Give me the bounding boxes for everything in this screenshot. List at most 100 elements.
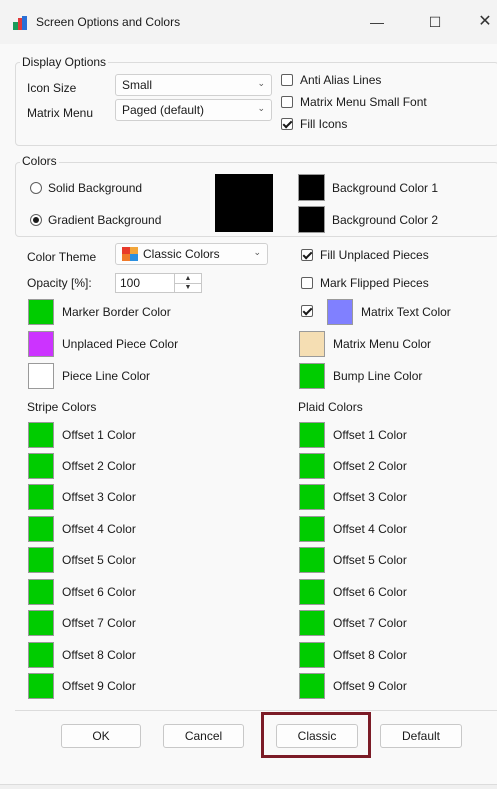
background-color-2-label: Background Color 2 <box>332 213 439 227</box>
palette-icon <box>122 247 138 261</box>
fill-icons-checkbox[interactable] <box>281 118 293 130</box>
matrix-menu-color-swatch[interactable] <box>299 331 325 357</box>
bottom-divider <box>15 710 497 711</box>
stripe-offset-5-label: Offset 5 Color <box>62 553 136 567</box>
chevron-down-icon: ⌄ <box>253 247 261 257</box>
stripe-offset-3-label: Offset 3 Color <box>62 490 136 504</box>
stripe-offset-1-label: Offset 1 Color <box>62 428 136 442</box>
display-options-label: Display Options <box>20 55 109 69</box>
plaid-offset-5-swatch[interactable] <box>299 547 325 573</box>
color-theme-label: Color Theme <box>27 250 97 264</box>
bump-line-swatch[interactable] <box>299 363 325 389</box>
stripe-offset-9-label: Offset 9 Color <box>62 679 136 693</box>
stripe-offset-1-swatch[interactable] <box>28 422 54 448</box>
opacity-spinner[interactable]: 100 ▲ ▼ <box>115 273 202 293</box>
plaid-offset-4-swatch[interactable] <box>299 516 325 542</box>
icon-size-select[interactable]: Small ⌄ <box>115 74 272 96</box>
anti-alias-label: Anti Alias Lines <box>300 73 382 87</box>
stripe-offset-6-swatch[interactable] <box>28 579 54 605</box>
plaid-offset-3-swatch[interactable] <box>299 484 325 510</box>
plaid-offset-1-label: Offset 1 Color <box>333 428 407 442</box>
piece-line-label: Piece Line Color <box>62 369 151 383</box>
fill-icons-label: Fill Icons <box>300 117 348 131</box>
gradient-background-label: Gradient Background <box>48 213 162 227</box>
background-preview <box>215 174 273 232</box>
plaid-offset-7-swatch[interactable] <box>299 610 325 636</box>
plaid-offset-8-swatch[interactable] <box>299 642 325 668</box>
color-theme-select[interactable]: Classic Colors ⌄ <box>115 243 268 265</box>
icon-size-label: Icon Size <box>27 81 77 95</box>
mark-flipped-label: Mark Flipped Pieces <box>320 276 429 290</box>
matrix-menu-select[interactable]: Paged (default) ⌄ <box>115 99 272 121</box>
window-bottom-edge <box>0 784 497 789</box>
fill-unplaced-label: Fill Unplaced Pieces <box>320 248 429 262</box>
icon-size-value: Small <box>122 78 153 92</box>
color-theme-value: Classic Colors <box>143 247 220 261</box>
matrix-small-font-checkbox[interactable] <box>281 96 293 108</box>
default-button[interactable]: Default <box>380 724 462 748</box>
plaid-offset-4-label: Offset 4 Color <box>333 522 407 536</box>
plaid-offset-8-label: Offset 8 Color <box>333 648 407 662</box>
colors-label: Colors <box>20 154 59 168</box>
unplaced-piece-label: Unplaced Piece Color <box>62 337 179 351</box>
plaid-offset-9-swatch[interactable] <box>299 673 325 699</box>
mark-flipped-checkbox[interactable] <box>301 277 313 289</box>
anti-alias-checkbox[interactable] <box>281 74 293 86</box>
spin-down-icon[interactable]: ▼ <box>175 283 201 292</box>
cancel-button[interactable]: Cancel <box>163 724 244 748</box>
fill-unplaced-checkbox[interactable] <box>301 249 313 261</box>
matrix-text-label: Matrix Text Color <box>361 305 451 319</box>
plaid-offset-2-swatch[interactable] <box>299 453 325 479</box>
chevron-down-icon: ⌄ <box>257 103 265 113</box>
screen-options-dialog: Screen Options and Colors — ☐ ✕ Display … <box>0 0 497 789</box>
stripe-offset-7-swatch[interactable] <box>28 610 54 636</box>
stripe-offset-8-label: Offset 8 Color <box>62 648 136 662</box>
stripe-offset-3-swatch[interactable] <box>28 484 54 510</box>
close-button[interactable]: ✕ <box>470 11 497 33</box>
plaid-offset-1-swatch[interactable] <box>299 422 325 448</box>
stripe-offset-6-label: Offset 6 Color <box>62 585 136 599</box>
plaid-offset-7-label: Offset 7 Color <box>333 616 407 630</box>
spinner-buttons: ▲ ▼ <box>174 274 201 292</box>
stripe-offset-9-swatch[interactable] <box>28 673 54 699</box>
matrix-text-checkbox[interactable] <box>301 305 313 317</box>
solid-background-label: Solid Background <box>48 181 143 195</box>
stripe-offset-5-swatch[interactable] <box>28 547 54 573</box>
maximize-button[interactable]: ☐ <box>420 11 450 33</box>
plaid-offset-6-swatch[interactable] <box>299 579 325 605</box>
ok-button[interactable]: OK <box>61 724 141 748</box>
plaid-offset-5-label: Offset 5 Color <box>333 553 407 567</box>
stripe-colors-label: Stripe Colors <box>27 400 97 414</box>
stripe-offset-7-label: Offset 7 Color <box>62 616 136 630</box>
unplaced-piece-swatch[interactable] <box>28 331 54 357</box>
window-title: Screen Options and Colors <box>36 15 181 29</box>
marker-border-swatch[interactable] <box>28 299 54 325</box>
minimize-button[interactable]: — <box>362 11 392 33</box>
plaid-offset-2-label: Offset 2 Color <box>333 459 407 473</box>
stripe-offset-2-swatch[interactable] <box>28 453 54 479</box>
matrix-menu-label: Matrix Menu <box>27 106 94 120</box>
bump-line-label: Bump Line Color <box>333 369 423 383</box>
classic-button[interactable]: Classic <box>276 724 358 748</box>
matrix-small-font-label: Matrix Menu Small Font <box>300 95 427 109</box>
app-icon <box>13 16 27 30</box>
opacity-value: 100 <box>120 276 141 290</box>
solid-background-radio[interactable] <box>30 182 42 194</box>
plaid-offset-3-label: Offset 3 Color <box>333 490 407 504</box>
matrix-text-swatch[interactable] <box>327 299 353 325</box>
title-bar[interactable]: Screen Options and Colors — ☐ ✕ <box>0 0 497 44</box>
stripe-offset-4-swatch[interactable] <box>28 516 54 542</box>
stripe-offset-8-swatch[interactable] <box>28 642 54 668</box>
plaid-offset-6-label: Offset 6 Color <box>333 585 407 599</box>
background-color-1-swatch[interactable] <box>298 174 325 201</box>
matrix-menu-value: Paged (default) <box>122 103 205 117</box>
plaid-colors-label: Plaid Colors <box>298 400 363 414</box>
stripe-offset-2-label: Offset 2 Color <box>62 459 136 473</box>
piece-line-swatch[interactable] <box>28 363 54 389</box>
gradient-background-radio[interactable] <box>30 214 42 226</box>
plaid-offset-9-label: Offset 9 Color <box>333 679 407 693</box>
opacity-label: Opacity [%]: <box>27 276 92 290</box>
chevron-down-icon: ⌄ <box>257 78 265 88</box>
marker-border-label: Marker Border Color <box>62 305 171 319</box>
background-color-2-swatch[interactable] <box>298 206 325 233</box>
